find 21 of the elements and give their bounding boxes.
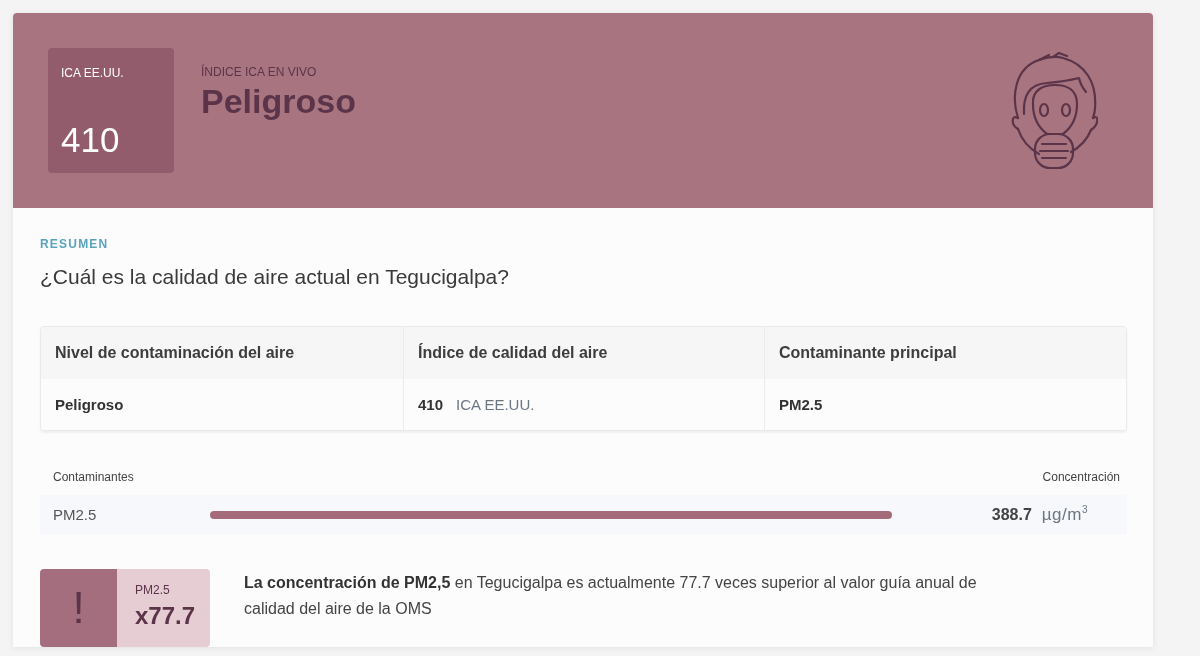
aqi-unit: ICA EE.UU. (456, 396, 535, 413)
badge-label: ICA EE.UU. (61, 66, 125, 80)
comparison-text: La concentración de PM2,5 en Tegucigalpa es actualmente 77.7 veces superior al valor guía anual de calidad del aire de la OMS (244, 573, 978, 619)
aqi-value: 410 (61, 121, 121, 159)
section-label: RESUMEN (40, 237, 109, 251)
status-title: Peligroso (201, 81, 356, 121)
gas-mask-icon (1009, 52, 1098, 171)
table-header-cell-text: Nivel de contaminación del aire (54, 343, 296, 363)
column-label: Contaminantes (53, 470, 134, 484)
pollutant-name: PM2.5 (53, 506, 98, 523)
ratio-value: x77.7 (135, 601, 196, 631)
section-heading: ¿Cuál es la calidad de aire actual en Tegucigalpa? (40, 264, 510, 290)
concentration-unit: µg/m$^{3}$ (1041, 504, 1088, 525)
ratio-pollutant: PM2.5 (135, 583, 170, 597)
column-label: Concentración (1042, 470, 1120, 484)
concentration-value: 388.7 (991, 505, 1032, 524)
aqi-number: 410 (418, 396, 444, 413)
alert-symbol: ! (40, 569, 117, 647)
table-cell-text: Peligroso (54, 395, 125, 415)
live-label: ÍNDICE ICA EN VIVO (201, 65, 317, 79)
table-cell: PM2.5 (764, 379, 1126, 430)
